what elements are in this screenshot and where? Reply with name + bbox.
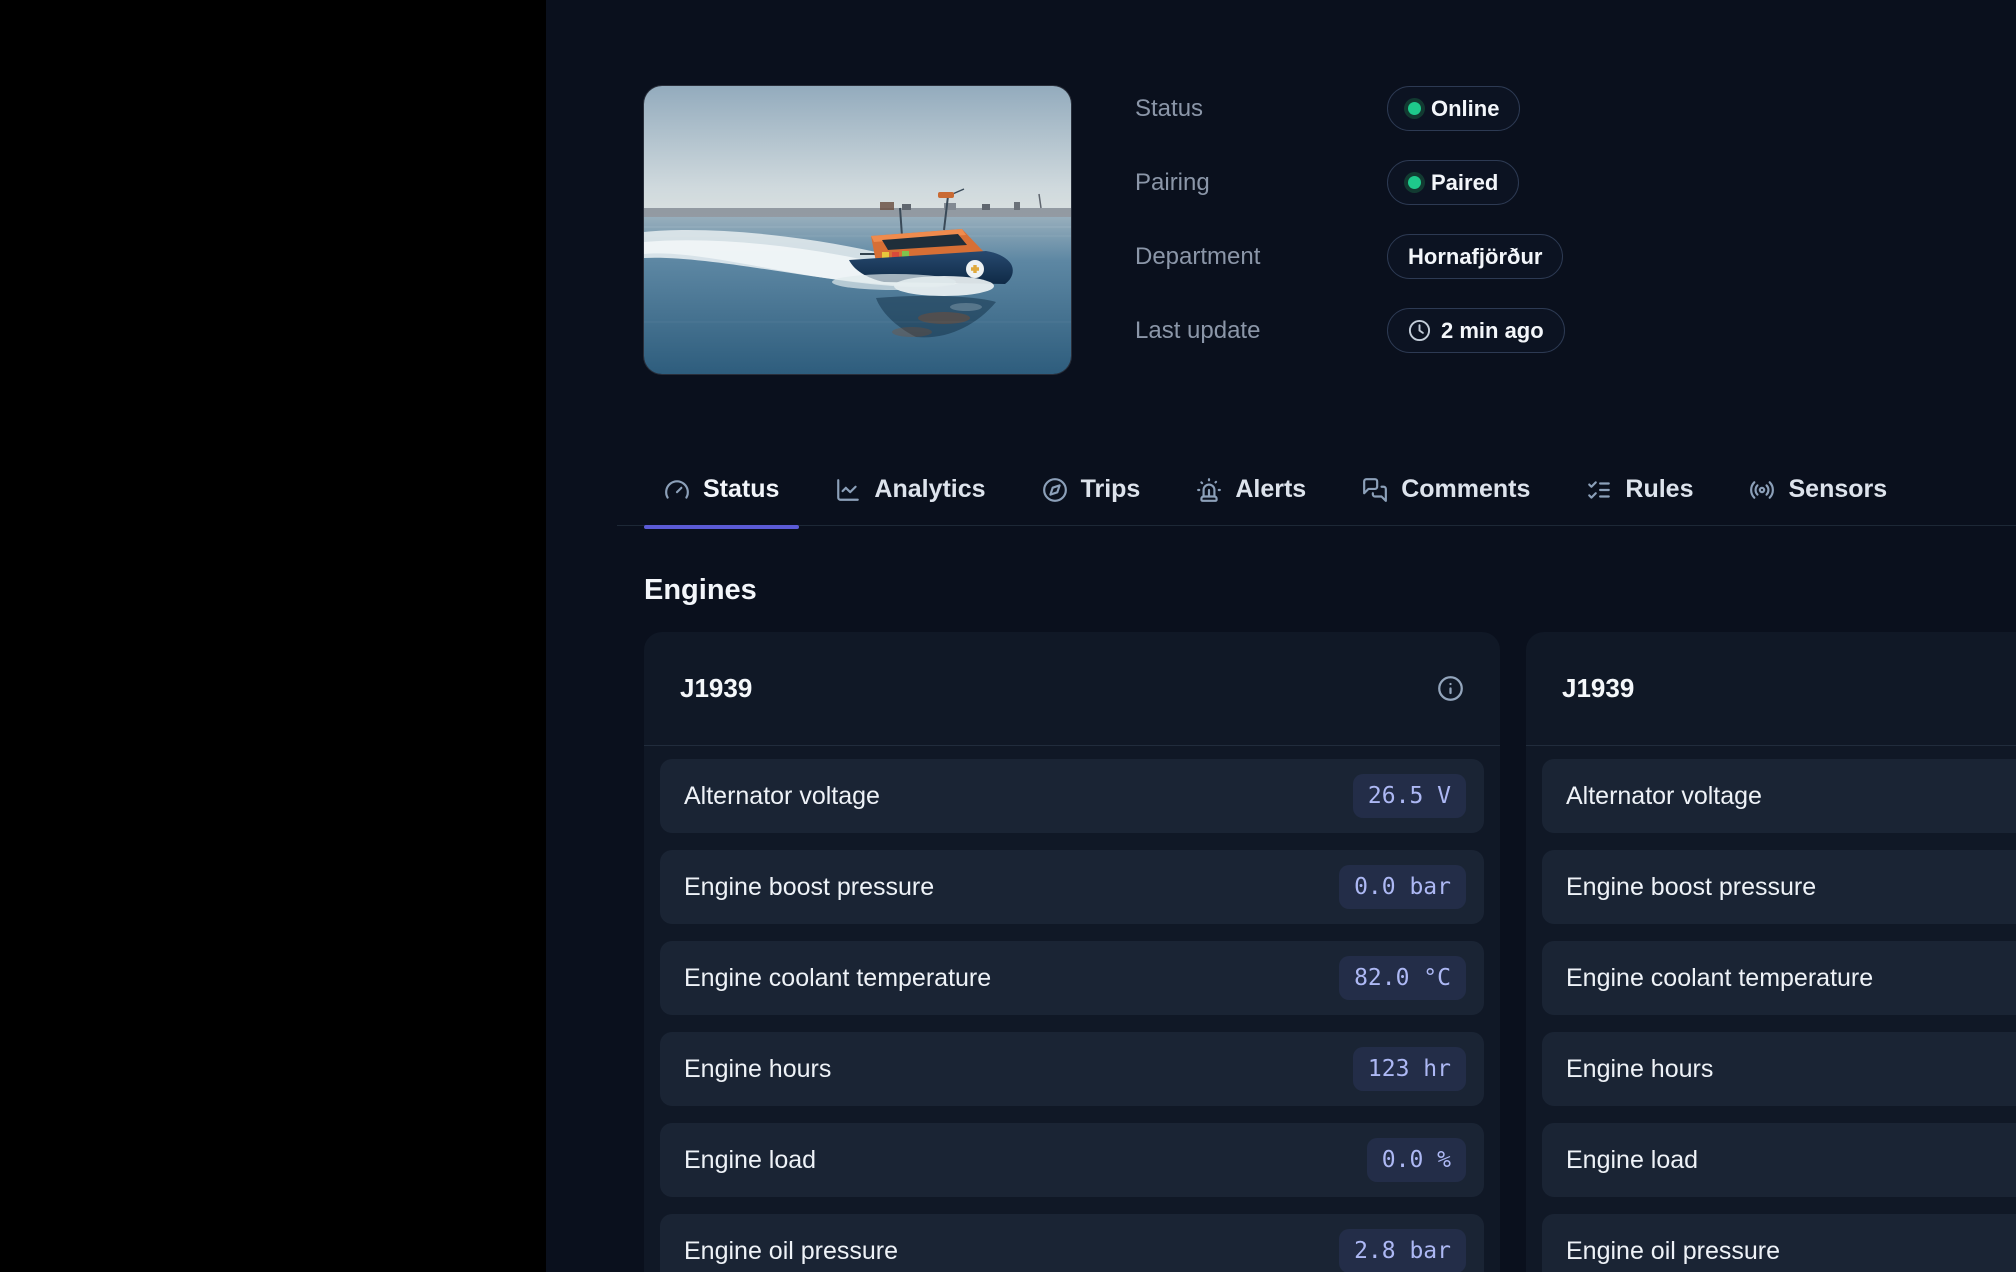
sensor-label: Alternator voltage bbox=[1566, 782, 1762, 811]
last-update-label: Last update bbox=[1135, 317, 1387, 345]
sensor-label: Engine oil pressure bbox=[1566, 1237, 1780, 1266]
gauge-icon bbox=[664, 477, 690, 503]
sensor-value: 123 hr bbox=[1353, 1047, 1466, 1091]
tab-label: Status bbox=[703, 475, 779, 504]
tab-bar: Status Analytics Trips Alerts bbox=[644, 454, 2016, 529]
vessel-dashboard-page: Status Online Pairing Paired Department bbox=[0, 0, 2016, 1272]
vessel-hero: Status Online Pairing Paired Department bbox=[644, 86, 2016, 382]
siren-icon bbox=[1196, 477, 1222, 503]
sensor-label: Engine load bbox=[1566, 1146, 1698, 1175]
department-label: Department bbox=[1135, 243, 1387, 271]
sensor-row: Engine coolant temperature 82.0 °C bbox=[660, 941, 1484, 1015]
sensor-row: Engine hours 123 hr bbox=[660, 1032, 1484, 1106]
sensor-label: Engine load bbox=[684, 1146, 816, 1175]
card-title: J1939 bbox=[1562, 673, 1634, 704]
sensor-label: Engine oil pressure bbox=[684, 1237, 898, 1266]
sensor-row: Engine oil pressure bbox=[1542, 1214, 2016, 1272]
sensor-value: 2.8 bar bbox=[1339, 1229, 1466, 1272]
sensor-value: 82.0 °C bbox=[1339, 956, 1466, 1000]
engine-card-2: J1939 Alternator voltage Engine boost pr… bbox=[1526, 632, 2016, 1272]
card-header: J1939 bbox=[1526, 632, 2016, 746]
sensor-value: 0.0 % bbox=[1367, 1138, 1466, 1182]
meta-row-status: Status Online bbox=[1135, 86, 1565, 131]
radio-icon bbox=[1749, 477, 1775, 503]
sensor-label: Alternator voltage bbox=[684, 782, 880, 811]
sensor-row: Engine boost pressure bbox=[1542, 850, 2016, 924]
sensor-row: Engine load bbox=[1542, 1123, 2016, 1197]
sensor-row: Engine coolant temperature bbox=[1542, 941, 2016, 1015]
sensor-row: Engine oil pressure 2.8 bar bbox=[660, 1214, 1484, 1272]
pairing-value: Paired bbox=[1431, 170, 1498, 196]
boat-scene-illustration bbox=[644, 86, 1071, 374]
sensor-value: 0.0 bar bbox=[1339, 865, 1466, 909]
sensor-label: Engine coolant temperature bbox=[684, 964, 991, 993]
list-checks-icon bbox=[1586, 477, 1612, 503]
main-content: Status Online Pairing Paired Department bbox=[546, 0, 2016, 1272]
tab-trips[interactable]: Trips bbox=[1022, 454, 1161, 529]
meta-row-department: Department Hornafjörður bbox=[1135, 234, 1565, 279]
card-rows: Alternator voltage 26.5 V Engine boost p… bbox=[644, 746, 1500, 1272]
tab-sensors[interactable]: Sensors bbox=[1729, 454, 1907, 529]
clock-icon bbox=[1408, 319, 1431, 342]
meta-row-last-update: Last update 2 min ago bbox=[1135, 308, 1565, 353]
department-badge: Hornafjörður bbox=[1387, 234, 1563, 279]
tab-label: Sensors bbox=[1788, 475, 1887, 504]
tab-alerts[interactable]: Alerts bbox=[1176, 454, 1326, 529]
engine-cards: J1939 Alternator voltage 26.5 V Engine b… bbox=[644, 632, 2016, 1272]
department-value: Hornafjörður bbox=[1408, 244, 1542, 270]
tab-label: Comments bbox=[1401, 475, 1530, 504]
sensor-label: Engine boost pressure bbox=[1566, 873, 1816, 902]
paired-dot-icon bbox=[1408, 176, 1421, 189]
card-header: J1939 bbox=[644, 632, 1500, 746]
sensor-label: Engine hours bbox=[1566, 1055, 1713, 1084]
tab-label: Rules bbox=[1625, 475, 1693, 504]
sensor-row: Engine hours bbox=[1542, 1032, 2016, 1106]
vessel-photo bbox=[644, 86, 1071, 374]
sensor-row: Alternator voltage 26.5 V bbox=[660, 759, 1484, 833]
tab-comments[interactable]: Comments bbox=[1342, 454, 1550, 529]
tab-rules[interactable]: Rules bbox=[1566, 454, 1713, 529]
last-update-value: 2 min ago bbox=[1441, 318, 1544, 344]
card-rows: Alternator voltage Engine boost pressure… bbox=[1526, 746, 2016, 1272]
info-icon[interactable] bbox=[1435, 674, 1465, 704]
sensor-row: Alternator voltage bbox=[1542, 759, 2016, 833]
tab-label: Analytics bbox=[874, 475, 985, 504]
sensor-value: 26.5 V bbox=[1353, 774, 1466, 818]
chart-line-icon bbox=[835, 477, 861, 503]
card-title: J1939 bbox=[680, 673, 752, 704]
engines-section-title: Engines bbox=[644, 574, 2016, 606]
sensor-row: Engine boost pressure 0.0 bar bbox=[660, 850, 1484, 924]
tab-label: Alerts bbox=[1235, 475, 1306, 504]
vessel-meta-panel: Status Online Pairing Paired Department bbox=[1135, 86, 1565, 382]
sensor-label: Engine boost pressure bbox=[684, 873, 934, 902]
status-badge: Online bbox=[1387, 86, 1520, 131]
online-dot-icon bbox=[1408, 102, 1421, 115]
sensor-row: Engine load 0.0 % bbox=[660, 1123, 1484, 1197]
tab-label: Trips bbox=[1081, 475, 1141, 504]
pairing-label: Pairing bbox=[1135, 169, 1387, 197]
sensor-label: Engine coolant temperature bbox=[1566, 964, 1873, 993]
status-value: Online bbox=[1431, 96, 1499, 122]
status-label: Status bbox=[1135, 95, 1387, 123]
compass-icon bbox=[1042, 477, 1068, 503]
messages-icon bbox=[1362, 477, 1388, 503]
engine-card-1: J1939 Alternator voltage 26.5 V Engine b… bbox=[644, 632, 1500, 1272]
sensor-label: Engine hours bbox=[684, 1055, 831, 1084]
pairing-badge: Paired bbox=[1387, 160, 1519, 205]
tab-analytics[interactable]: Analytics bbox=[815, 454, 1005, 529]
tab-status[interactable]: Status bbox=[644, 454, 799, 529]
meta-row-pairing: Pairing Paired bbox=[1135, 160, 1565, 205]
left-void-panel bbox=[0, 0, 546, 1272]
last-update-badge: 2 min ago bbox=[1387, 308, 1565, 353]
